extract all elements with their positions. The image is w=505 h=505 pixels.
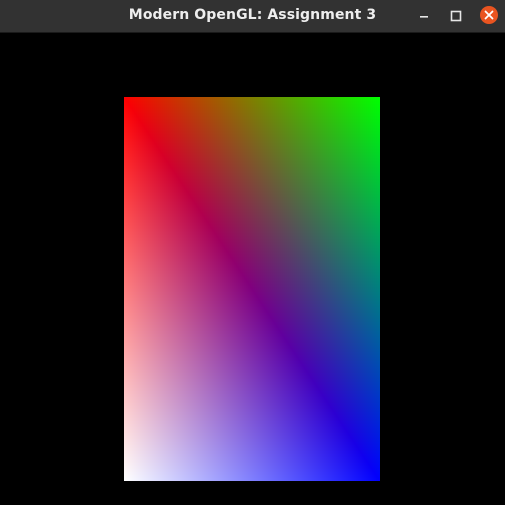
application-window: Modern OpenGL: Assignment 3 bbox=[0, 0, 505, 505]
close-icon bbox=[480, 6, 498, 24]
gradient-rectangle bbox=[124, 97, 380, 481]
minimize-icon bbox=[420, 16, 428, 18]
maximize-icon bbox=[450, 10, 462, 22]
minimize-button[interactable] bbox=[414, 6, 434, 26]
opengl-viewport[interactable] bbox=[0, 33, 505, 505]
close-button[interactable] bbox=[479, 5, 499, 25]
maximize-button[interactable] bbox=[446, 6, 466, 26]
title-bar[interactable]: Modern OpenGL: Assignment 3 bbox=[0, 0, 505, 33]
